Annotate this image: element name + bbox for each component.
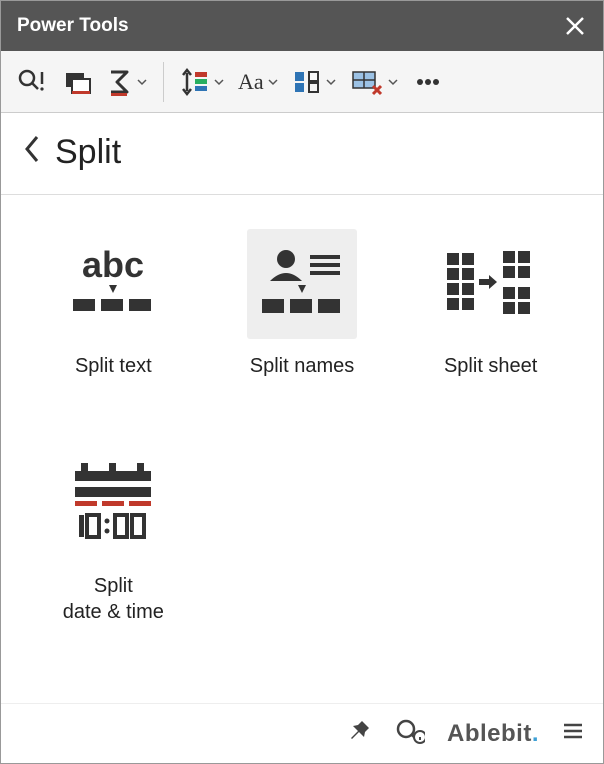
dedupe-icon bbox=[62, 67, 92, 97]
tile-split-names[interactable]: Split names bbox=[218, 229, 387, 429]
toolbar-dedupe-button[interactable] bbox=[57, 60, 97, 104]
menu-button[interactable] bbox=[561, 719, 585, 748]
grid-split-icon bbox=[292, 67, 322, 97]
toolbar-text-button[interactable]: Aa bbox=[234, 60, 282, 104]
chevron-down-icon bbox=[326, 77, 336, 87]
toolbar-sum-button[interactable] bbox=[103, 60, 151, 104]
split-text-icon: abc bbox=[58, 229, 168, 339]
tile-label: Split names bbox=[250, 353, 355, 379]
split-date-time-icon bbox=[58, 449, 168, 559]
tile-split-sheet[interactable]: Split sheet bbox=[406, 229, 575, 429]
toolbar-search-button[interactable] bbox=[11, 60, 51, 104]
toolbar-more-button[interactable] bbox=[408, 60, 448, 104]
brand-logo: Ablebit. bbox=[447, 720, 539, 748]
feedback-button[interactable] bbox=[395, 718, 425, 749]
toolbar-sort-button[interactable] bbox=[176, 60, 228, 104]
more-dots-icon bbox=[413, 67, 443, 97]
svg-text:abc: abc bbox=[82, 245, 144, 285]
close-button[interactable] bbox=[563, 14, 587, 38]
split-sheet-icon bbox=[436, 229, 546, 339]
chevron-down-icon bbox=[214, 77, 224, 87]
chevron-down-icon bbox=[137, 77, 147, 87]
close-icon bbox=[563, 14, 587, 38]
grid-delete-icon bbox=[350, 67, 384, 97]
sort-colors-icon bbox=[180, 67, 210, 97]
toolbar-separator bbox=[163, 62, 164, 102]
back-button[interactable] bbox=[23, 135, 41, 171]
page-header: Split bbox=[1, 113, 603, 195]
search-info-icon bbox=[395, 718, 425, 744]
split-names-icon bbox=[247, 229, 357, 339]
chevron-down-icon bbox=[388, 77, 398, 87]
titlebar: Power Tools bbox=[1, 1, 603, 51]
chevron-down-icon bbox=[268, 77, 278, 87]
tile-split-text[interactable]: abc Split text bbox=[29, 229, 198, 429]
brand-dot-icon: . bbox=[532, 720, 539, 747]
tile-split-date-time[interactable]: Split date & time bbox=[29, 449, 198, 649]
titlebar-title: Power Tools bbox=[17, 15, 129, 37]
text-case-icon: Aa bbox=[238, 69, 264, 95]
tile-label: Split sheet bbox=[444, 353, 537, 379]
magnifier-exclaim-icon bbox=[16, 67, 46, 97]
chevron-left-icon bbox=[23, 135, 41, 163]
toolbar-grid2-button[interactable] bbox=[346, 60, 402, 104]
hamburger-icon bbox=[561, 719, 585, 743]
pin-icon bbox=[347, 718, 373, 744]
page-title: Split bbox=[55, 133, 121, 172]
tile-label: Split text bbox=[75, 353, 152, 379]
sigma-icon bbox=[107, 67, 133, 97]
toolbar-grid1-button[interactable] bbox=[288, 60, 340, 104]
tile-label: Split date & time bbox=[63, 573, 164, 625]
pin-button[interactable] bbox=[347, 718, 373, 749]
tile-grid: abc Split text Split names bbox=[1, 195, 603, 703]
toolbar: Aa bbox=[1, 51, 603, 113]
footer: Ablebit. bbox=[1, 703, 603, 763]
